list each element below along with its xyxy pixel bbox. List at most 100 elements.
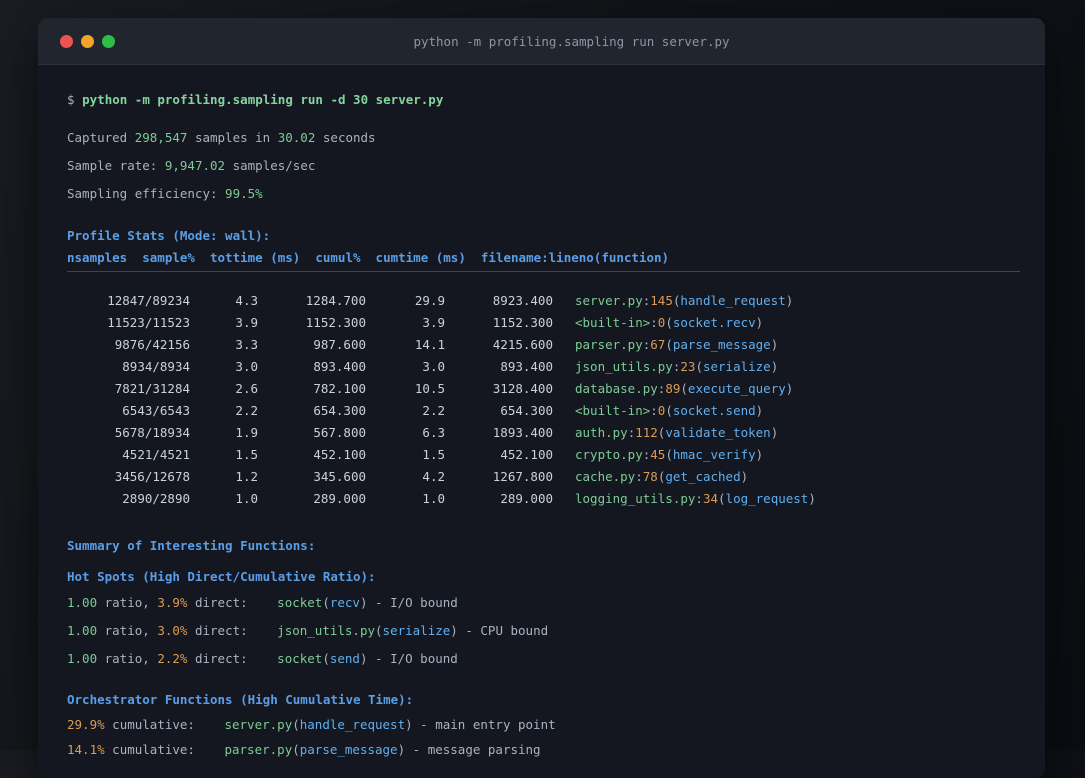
filename: cache.py — [575, 469, 636, 484]
direct-pct-value: 3.0% — [157, 623, 188, 638]
close-paren: ) — [755, 447, 764, 462]
cumul-pct-value: 29.9 — [414, 293, 445, 308]
cumtime-value: 3128.400 — [492, 381, 553, 396]
rate-suffix: samples/sec — [225, 158, 316, 173]
file-reference: json_utils.py(serialize) — [277, 623, 458, 638]
ratio-label: ratio, — [97, 651, 158, 666]
window-title: python -m profiling.sampling run server.… — [413, 33, 730, 49]
filename: parser.py — [575, 337, 643, 352]
titlebar[interactable]: python -m profiling.sampling run server.… — [38, 18, 1045, 65]
open-paren: ( — [665, 315, 673, 330]
table-column-headers: nsamples sample% tottime (ms) cumul% cum… — [67, 250, 670, 265]
function-name: log_request — [725, 491, 809, 506]
function-name: handle_request — [299, 717, 406, 732]
cumtime-value: 8923.400 — [492, 293, 553, 308]
filename: database.py — [575, 381, 658, 396]
table-row: 5678/18934 1.9 567.800 6.3 1893.400 auth.py:1… — [67, 422, 1020, 444]
table-row: 2890/2890 1.0 289.000 1.0 289.000 logging_uti… — [67, 488, 1020, 510]
direct-pct-value: 2.2% — [157, 651, 188, 666]
ratio-label: ratio, — [97, 623, 158, 638]
tottime-value: 654.300 — [313, 403, 366, 418]
hot-spots-heading: Hot Spots (High Direct/Cumulative Ratio)… — [67, 569, 376, 584]
open-paren: ( — [322, 651, 330, 666]
cumtime-value: 1152.300 — [492, 315, 553, 330]
filename: crypto.py — [575, 447, 643, 462]
cumul-pct-value: 10.5 — [414, 381, 445, 396]
open-paren: ( — [695, 359, 703, 374]
filename: json_utils.py — [575, 359, 673, 374]
sample-pct-value: 2.6 — [235, 381, 258, 396]
orchestrator-line: 29.9% cumulative: server.py(handle_reque… — [67, 714, 1020, 736]
nsamples-value: 6543/6543 — [122, 403, 190, 418]
file-reference: socket(recv) — [277, 595, 367, 610]
maximize-icon[interactable] — [102, 35, 115, 48]
filename: server.py — [224, 717, 293, 732]
efficiency-line: Sampling efficiency: 99.5% — [67, 183, 1020, 205]
close-paren: ) — [808, 491, 816, 506]
bound-note: - I/O bound — [367, 651, 458, 666]
line-number: 34 — [702, 491, 719, 506]
function-name: send — [329, 651, 360, 666]
rate-label: Sample rate: — [67, 158, 165, 173]
sample-pct-value: 1.0 — [235, 491, 258, 506]
cumtime-value: 893.400 — [500, 359, 553, 374]
ratio-value: 1.00 — [67, 595, 98, 610]
table-row: 12847/89234 4.3 1284.700 29.9 8923.400 server… — [67, 290, 1020, 312]
close-paren: ) — [359, 595, 368, 610]
sample-pct-value: 4.3 — [235, 293, 258, 308]
table-row: 4521/4521 1.5 452.100 1.5 452.100 crypto.py:4… — [67, 444, 1020, 466]
nsamples-value: 4521/4521 — [122, 447, 190, 462]
command-line: $ python -m profiling.sampling run -d 30 … — [67, 89, 1020, 111]
orchestrators-heading: Orchestrator Functions (High Cumulative … — [67, 692, 414, 707]
tottime-value: 452.100 — [313, 447, 366, 462]
nsamples-value: 9876/42156 — [114, 337, 190, 352]
filename: auth.py — [575, 425, 628, 440]
tottime-value: 1152.300 — [305, 315, 366, 330]
colon: : — [650, 403, 658, 418]
file-reference: <built-in>:0(socket.send) — [575, 400, 763, 422]
close-paren: ) — [405, 717, 413, 732]
summary-heading: Summary of Interesting Functions: — [67, 538, 316, 553]
filename: socket — [277, 595, 323, 610]
close-paren: ) — [740, 469, 749, 484]
tottime-value: 782.100 — [313, 381, 366, 396]
colon: : — [695, 491, 703, 506]
nsamples-value: 7821/31284 — [114, 381, 190, 396]
cumtime-value: 4215.600 — [492, 337, 553, 352]
close-paren: ) — [755, 403, 764, 418]
function-name: get_cached — [665, 469, 741, 484]
filename: <built-in> — [575, 315, 651, 330]
open-paren: ( — [322, 595, 330, 610]
samples-count: 298,547 — [134, 130, 188, 145]
cumtime-value: 289.000 — [500, 491, 553, 506]
table-row: 3456/12678 1.2 345.600 4.2 1267.800 cache.py:… — [67, 466, 1020, 488]
open-paren: ( — [665, 447, 673, 462]
cumul-pct-value: 14.1 — [414, 337, 445, 352]
cumul-pct-value: 3.0 — [422, 359, 445, 374]
close-paren: ) — [755, 315, 764, 330]
ratio-value: 1.00 — [67, 651, 98, 666]
minimize-icon[interactable] — [81, 35, 94, 48]
file-reference: json_utils.py:23(serialize) — [575, 356, 778, 378]
close-icon[interactable] — [60, 35, 73, 48]
cumtime-value: 1267.800 — [492, 469, 553, 484]
function-name: hmac_verify — [672, 447, 756, 462]
line-number: 89 — [665, 381, 681, 396]
rate-value: 9,947.02 — [164, 158, 226, 173]
direct-label: direct: — [187, 651, 256, 666]
nsamples-value: 8934/8934 — [122, 359, 190, 374]
cumulative-label: cumulative: — [104, 717, 203, 732]
tottime-value: 345.600 — [313, 469, 366, 484]
tottime-value: 289.000 — [313, 491, 366, 506]
line-number: 23 — [680, 359, 696, 374]
function-name: validate_token — [665, 425, 771, 440]
nsamples-value: 11523/11523 — [107, 315, 190, 330]
table-row: 7821/31284 2.6 782.100 10.5 3128.400 database… — [67, 378, 1020, 400]
function-name: serialize — [382, 623, 451, 638]
direct-label: direct: — [187, 595, 256, 610]
duration-value: 30.02 — [277, 130, 316, 145]
function-name: socket.send — [672, 403, 756, 418]
hot-spot-line: 1.00 ratio, 3.0% direct: json_utils.py(s… — [67, 620, 1020, 642]
direct-label: direct: — [187, 623, 256, 638]
file-reference: parser.py:67(parse_message) — [575, 334, 778, 356]
